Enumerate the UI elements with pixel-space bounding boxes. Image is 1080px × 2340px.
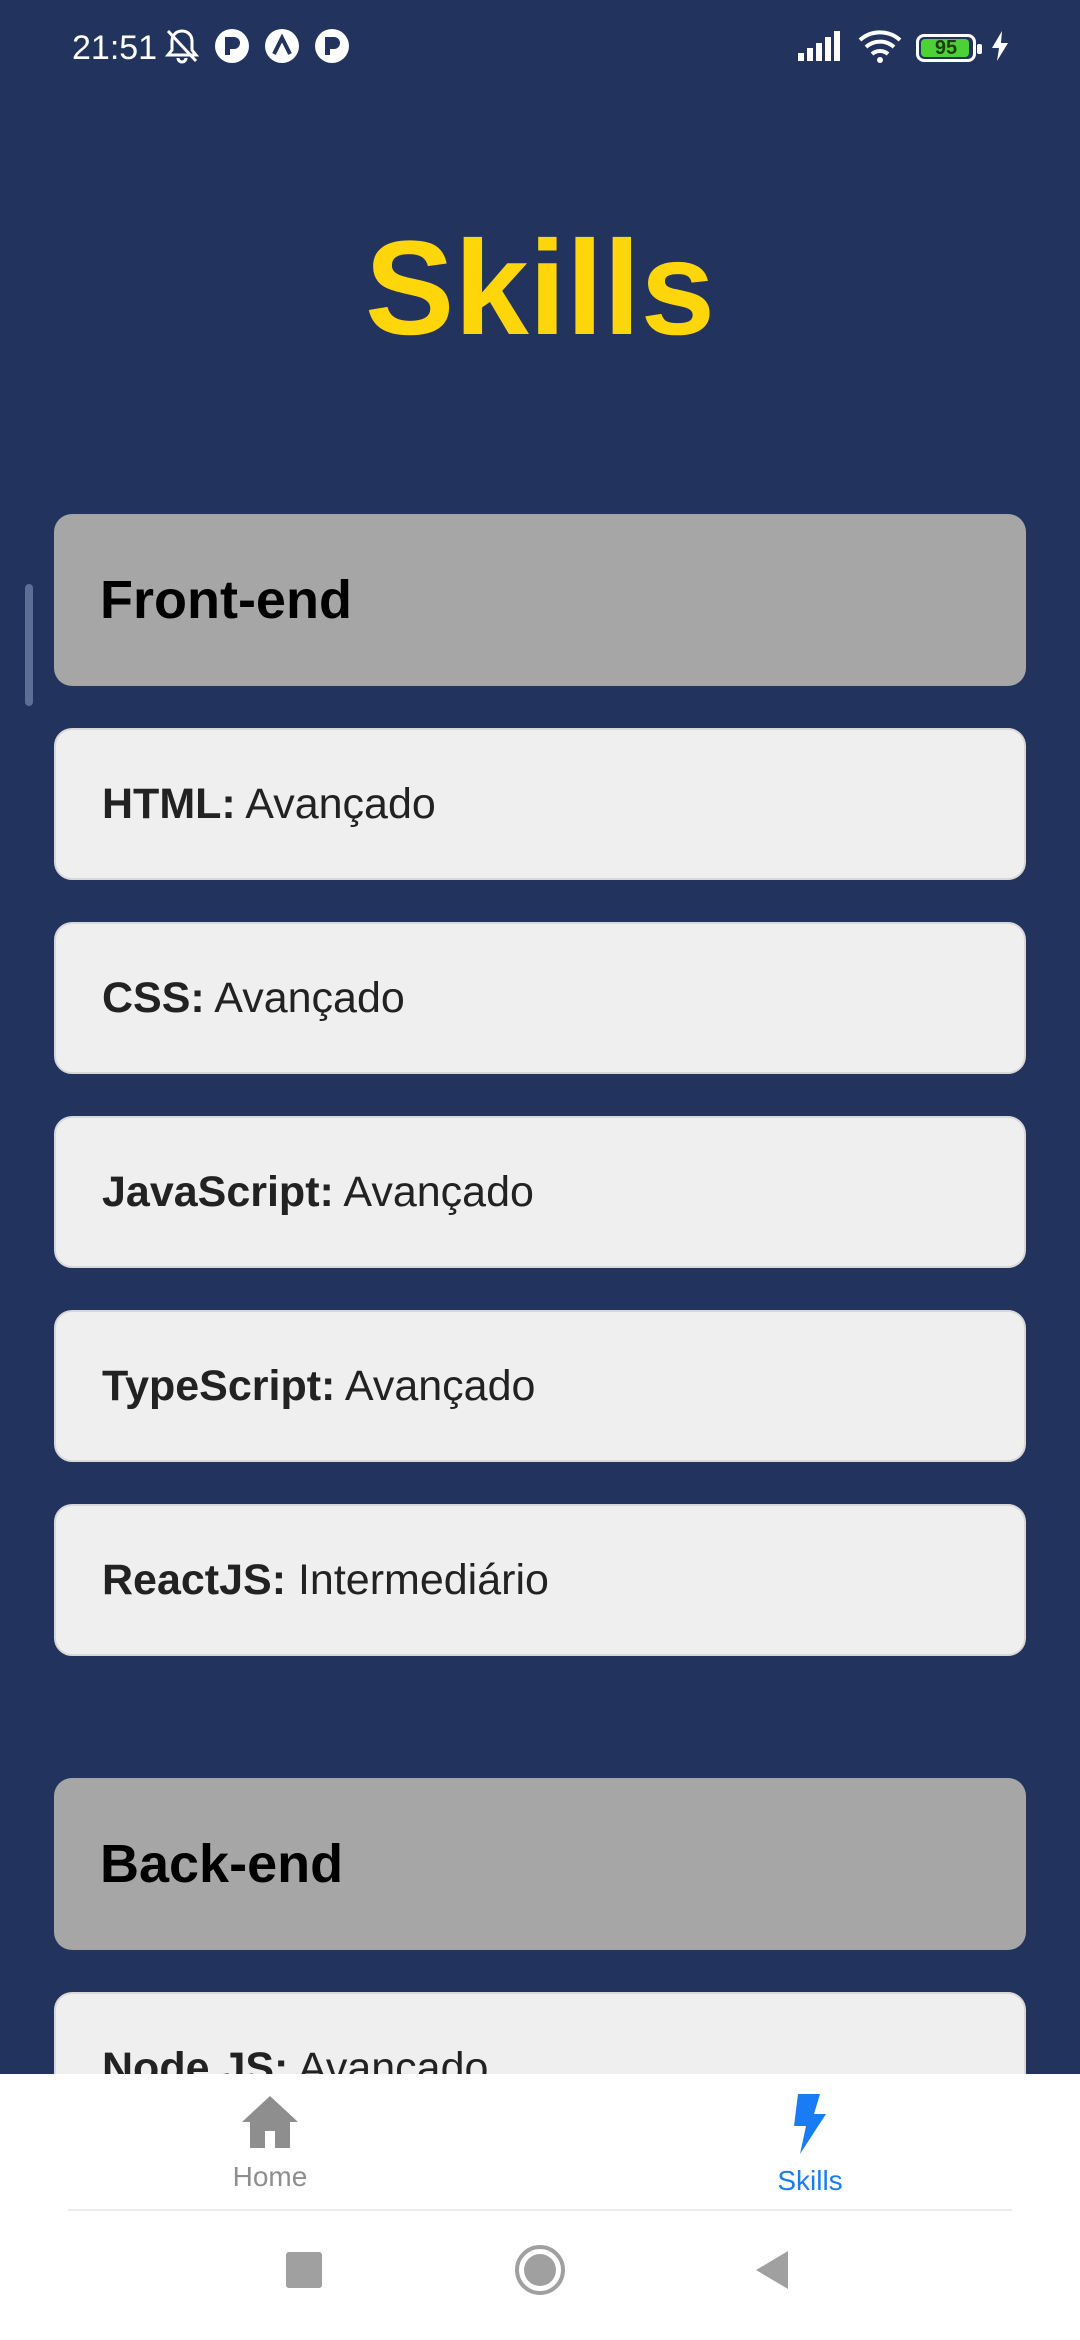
section-header-back-end: Back-end	[54, 1778, 1026, 1950]
skill-level: Avançado	[204, 973, 405, 1022]
home-icon	[240, 2094, 300, 2155]
tab-label: Home	[232, 2161, 308, 2192]
skill-level: Intermediário	[286, 1555, 549, 1604]
recents-button[interactable]	[264, 2232, 344, 2312]
section-header-front-end: Front-end	[54, 514, 1026, 686]
skill-level: Avançado	[335, 1361, 536, 1410]
page-title: Skills	[364, 214, 716, 363]
skill-card-css: CSS: Avançado	[54, 922, 1026, 1074]
divider	[68, 2209, 1012, 2211]
skill-name: JavaScript:	[102, 1167, 334, 1216]
skill-card-reactjs: ReactJS: Intermediário	[54, 1504, 1026, 1656]
home-circle-icon	[514, 2244, 566, 2301]
skill-card-nodejs: Node.JS: Avançado	[54, 1992, 1026, 2074]
skill-card-javascript: JavaScript: Avançado	[54, 1116, 1026, 1268]
skill-level: Avançado	[333, 1167, 534, 1216]
tab-skills[interactable]: Skills	[660, 2094, 960, 2196]
bottom-area: Home Skills	[0, 2074, 1080, 2340]
skill-level: Avançado	[288, 2043, 489, 2075]
skill-name: CSS:	[102, 973, 205, 1022]
skill-card-html: HTML: Avançado	[54, 728, 1026, 880]
scrollbar[interactable]	[25, 584, 33, 706]
skill-name: Node.JS:	[102, 2043, 289, 2075]
tab-label: Skills	[777, 2165, 843, 2196]
skill-card-typescript: TypeScript: Avançado	[54, 1310, 1026, 1462]
skill-name: TypeScript:	[102, 1361, 336, 1410]
system-nav-bar	[0, 2214, 1080, 2340]
system-home-button[interactable]	[500, 2232, 580, 2312]
lightning-bolt-icon	[790, 2094, 830, 2159]
back-button[interactable]	[732, 2232, 812, 2312]
back-triangle-icon	[754, 2250, 790, 2294]
tab-home[interactable]: Home	[120, 2094, 420, 2194]
skill-name: ReactJS:	[102, 1555, 287, 1604]
skill-level: Avançado	[235, 779, 436, 828]
tab-bar: Home Skills	[0, 2074, 1080, 2211]
skill-name: HTML:	[102, 779, 236, 828]
recents-square-icon	[286, 2251, 322, 2293]
skills-scroll-view[interactable]: Skills Front-end HTML: Avançado CSS: Ava…	[0, 0, 1080, 2074]
